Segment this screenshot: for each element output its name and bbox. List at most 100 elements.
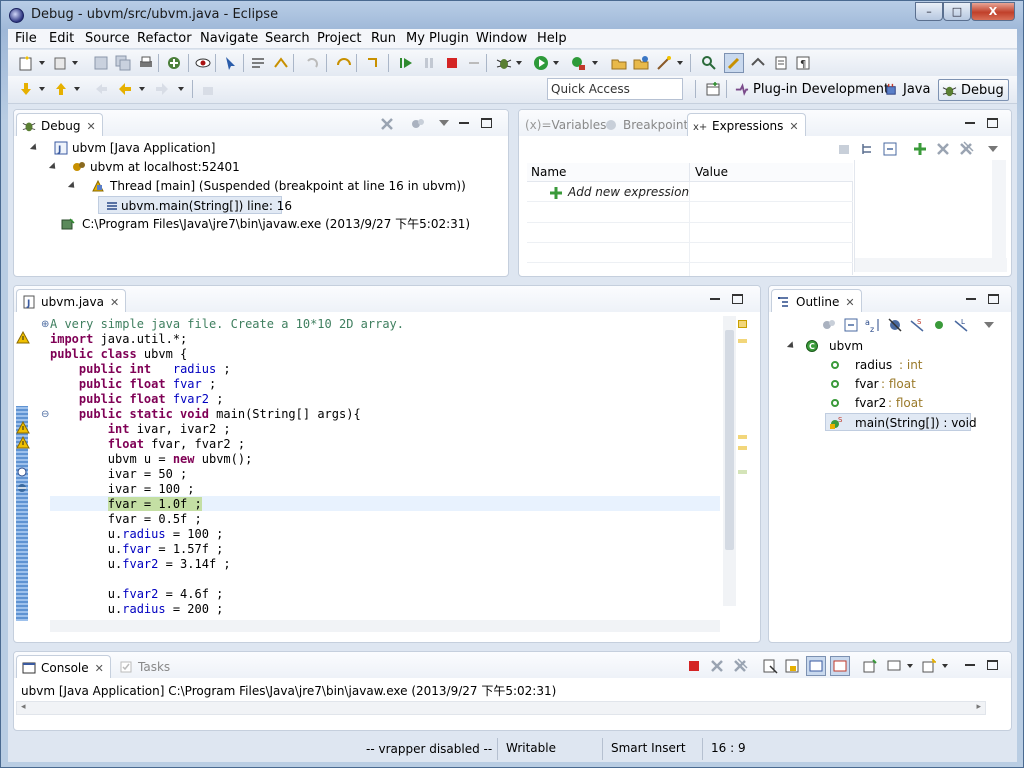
fold-collapse-icon[interactable]: ⊖ [41, 409, 49, 420]
view-menu-icon[interactable] [983, 319, 995, 331]
expand-arrow-icon[interactable] [786, 341, 797, 351]
remove-launch-icon[interactable] [709, 658, 725, 674]
warning-icon[interactable] [16, 330, 30, 345]
console-output[interactable]: ubvm [Java Application] C:\Program Files… [21, 682, 556, 699]
hide-fields-icon[interactable] [887, 317, 903, 333]
warning-marker[interactable] [738, 435, 747, 439]
show-type-names-icon[interactable] [837, 141, 853, 157]
close-tab-icon[interactable]: ✕ [789, 120, 798, 133]
next-annotation-icon[interactable] [18, 81, 34, 97]
editor-horizontal-scrollbar[interactable] [50, 620, 720, 632]
terminate-icon[interactable] [444, 55, 460, 71]
prev-annotation-icon[interactable] [53, 81, 69, 97]
close-tab-icon[interactable]: ✕ [95, 662, 104, 675]
suspend-icon[interactable] [421, 55, 437, 71]
vertical-scrollbar[interactable] [992, 160, 1006, 272]
show-logical-structure-icon[interactable] [860, 141, 876, 157]
forward-icon[interactable] [154, 81, 170, 97]
external-tools-icon[interactable] [570, 55, 586, 71]
close-tab-icon[interactable]: ✕ [110, 296, 119, 309]
hide-local-types-icon[interactable]: L [953, 317, 969, 333]
menu-run[interactable]: Run [371, 31, 396, 46]
maximize-view-icon[interactable] [988, 294, 999, 304]
show-whitespace-icon[interactable] [773, 55, 789, 71]
perspective-debug[interactable]: Debug [938, 79, 1009, 101]
menu-window[interactable]: Window [476, 31, 527, 46]
disconnect-icon[interactable] [466, 55, 482, 71]
code-line[interactable]: u.radius = 100 ; [50, 527, 224, 542]
open-perspective-icon[interactable] [705, 81, 721, 97]
outline-item-method[interactable]: S main(String[]) : void [825, 413, 977, 431]
warning-icon[interactable] [16, 435, 30, 450]
perspective-java[interactable]: Java [881, 79, 934, 101]
last-edit-icon[interactable] [93, 81, 109, 97]
minimize-view-icon[interactable] [458, 117, 470, 129]
close-button[interactable]: X [971, 2, 1015, 21]
fold-expand-icon[interactable]: ⊕ [41, 319, 49, 330]
menu-my-plugin[interactable]: My Plugin [406, 31, 469, 46]
code-line[interactable]: u.fvar = 1.57f ; [50, 542, 224, 557]
minimize-view-icon[interactable] [709, 293, 721, 305]
code-line[interactable]: fvar = 1.0f ; [50, 497, 202, 512]
maximize-view-icon[interactable] [987, 118, 998, 128]
undo-icon[interactable] [304, 55, 320, 71]
code-line[interactable]: ubvm u = new ubvm(); [50, 452, 253, 467]
column-name[interactable]: Name [531, 165, 566, 179]
menu-search[interactable]: Search [265, 31, 310, 46]
display-console-icon[interactable] [886, 658, 902, 674]
wand-icon[interactable] [656, 55, 672, 71]
search-occurrence-icon[interactable] [16, 466, 30, 480]
minimize-view-icon[interactable] [964, 659, 976, 671]
occurrence-marker[interactable] [738, 470, 747, 474]
drop-to-frame-icon[interactable] [336, 55, 352, 71]
remove-terminated-icon[interactable] [379, 116, 395, 132]
quick-access-input[interactable]: Quick Access [547, 78, 683, 100]
tab-outline[interactable]: Outline ✕ [771, 289, 862, 312]
collapse-all-icon[interactable] [843, 317, 859, 333]
add-expression-row[interactable]: Add new expression [527, 183, 853, 202]
code-line[interactable]: public float fvar2 ; [50, 392, 224, 407]
terminate-icon[interactable] [686, 658, 702, 674]
debug-options-icon[interactable] [410, 116, 426, 132]
minimize-view-icon[interactable] [964, 117, 976, 129]
remove-all-expressions-icon[interactable] [958, 141, 974, 157]
perspective-plugin-development[interactable]: Plug-in Development [731, 79, 893, 101]
debug-launch-icon[interactable] [496, 55, 512, 71]
tab-debug[interactable]: Debug ✕ [16, 113, 103, 136]
maximize-button[interactable]: □ [943, 2, 971, 21]
resume-icon[interactable] [398, 55, 414, 71]
horizontal-scrollbar[interactable] [855, 258, 1007, 272]
code-line[interactable]: ivar = 50 ; [50, 467, 187, 482]
code-line[interactable]: public float fvar ; [50, 377, 216, 392]
console-horizontal-scrollbar[interactable]: ◂ ▸ [16, 701, 986, 715]
scroll-lock-icon[interactable] [784, 658, 800, 674]
pilcrow-icon[interactable]: ¶ [795, 55, 811, 71]
tab-tasks[interactable]: Tasks [114, 655, 176, 678]
expand-arrow-icon[interactable] [48, 162, 59, 172]
sort-icon[interactable]: az [865, 317, 881, 333]
show-on-output-icon[interactable] [806, 656, 826, 676]
new-icon[interactable] [18, 55, 34, 71]
menu-help[interactable]: Help [537, 31, 567, 46]
tab-expressions[interactable]: x+ Expressions ✕ [687, 113, 806, 136]
menu-project[interactable]: Project [317, 31, 361, 46]
save-all-icon[interactable] [115, 55, 131, 71]
tab-ubvm-java[interactable]: J ubvm.java ✕ [16, 289, 127, 312]
collapse-all-icon[interactable] [882, 141, 898, 157]
focus-icon[interactable] [821, 317, 837, 333]
warning-marker[interactable] [738, 446, 747, 450]
code-line[interactable]: public int radius ; [50, 362, 231, 377]
mark-occurrences-icon[interactable] [724, 53, 744, 73]
skip-breakpoints-icon[interactable] [195, 55, 211, 71]
title-bar[interactable]: Debug - ubvm/src/ubvm.java - Eclipse – □… [1, 1, 1023, 29]
scroll-thumb[interactable] [725, 330, 734, 550]
code-line[interactable]: fvar = 0.5f ; [50, 512, 202, 527]
breakpoint-current-icon[interactable] [15, 481, 29, 495]
build-icon[interactable] [166, 55, 182, 71]
add-expression-icon[interactable] [912, 141, 928, 157]
menu-file[interactable]: File [15, 31, 37, 46]
new-java-project-icon[interactable] [611, 55, 627, 71]
tab-breakpoints[interactable]: Breakpoints [599, 113, 700, 136]
maximize-view-icon[interactable] [987, 660, 998, 670]
run-launch-icon[interactable] [533, 55, 549, 71]
